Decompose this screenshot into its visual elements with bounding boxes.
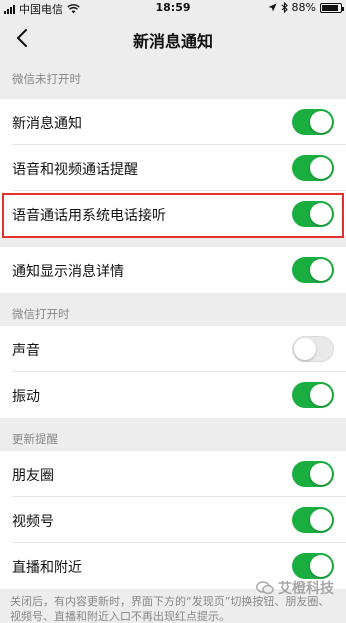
- row-channels: 视频号: [0, 497, 346, 543]
- row-label: 视频号: [12, 514, 54, 530]
- row-label: 语音通话用系统电话接听: [12, 208, 166, 224]
- row-label: 直播和附近: [12, 560, 82, 576]
- toggle-knob: [310, 203, 332, 225]
- watermark-text: 艾橙科技: [278, 581, 334, 597]
- toggle-knob: [310, 259, 332, 281]
- row-system-phone-answer: 语音通话用系统电话接听: [0, 191, 346, 237]
- watermark: 艾橙科技: [256, 578, 334, 598]
- footer-note: 关闭后，有内容更新时，界面下方的“发现页”切换按钮、朋友圈、视频号、直播和附近入…: [0, 594, 346, 623]
- toggle-knob: [310, 111, 332, 133]
- status-right: 88%: [268, 1, 344, 14]
- row-label: 振动: [12, 389, 40, 405]
- row-vibrate: 振动: [0, 372, 346, 418]
- navigation-bar: 新消息通知: [0, 16, 346, 62]
- row-moments: 朋友圈: [0, 451, 346, 497]
- row-label: 语音和视频通话提醒: [12, 162, 138, 178]
- row-new-message-notification: 新消息通知: [0, 99, 346, 145]
- row-show-message-details: 通知显示消息详情: [0, 247, 346, 293]
- toggle-knob: [294, 338, 316, 360]
- toggle-moments[interactable]: [292, 461, 334, 487]
- row-label: 声音: [12, 343, 40, 359]
- toggle-show-message-details[interactable]: [292, 257, 334, 283]
- row-label: 新消息通知: [12, 116, 82, 132]
- row-voice-video-call-reminder: 语音和视频通话提醒: [0, 145, 346, 191]
- divider: [12, 236, 346, 237]
- status-bar: 中国电信 18:59 88%: [0, 0, 346, 16]
- row-label: 通知显示消息详情: [12, 264, 124, 280]
- wechat-watermark-icon: [256, 581, 274, 595]
- battery-percent: 88%: [291, 1, 316, 14]
- section-header-wechat-open: 微信打开时: [12, 307, 70, 321]
- toggle-knob: [310, 157, 332, 179]
- toggle-live-nearby[interactable]: [292, 553, 334, 579]
- row-sound: 声音: [0, 326, 346, 372]
- row-label: 朋友圈: [12, 468, 54, 484]
- location-arrow-icon: [268, 3, 277, 12]
- section-header-wechat-closed: 微信未打开时: [12, 72, 81, 86]
- toggle-sound[interactable]: [292, 336, 334, 362]
- toggle-knob: [310, 463, 332, 485]
- toggle-knob: [310, 509, 332, 531]
- page-title: 新消息通知: [132, 32, 213, 51]
- battery-fill: [322, 4, 338, 11]
- section-header-update-reminder: 更新提醒: [12, 432, 58, 446]
- bluetooth-icon: [281, 2, 288, 13]
- toggle-channels[interactable]: [292, 507, 334, 533]
- toggle-new-message-notification[interactable]: [292, 109, 334, 135]
- toggle-knob: [310, 555, 332, 577]
- toggle-vibrate[interactable]: [292, 382, 334, 408]
- toggle-system-phone-answer[interactable]: [292, 201, 334, 227]
- toggle-knob: [310, 384, 332, 406]
- battery-icon: [320, 2, 344, 13]
- toggle-voice-video-call-reminder[interactable]: [292, 155, 334, 181]
